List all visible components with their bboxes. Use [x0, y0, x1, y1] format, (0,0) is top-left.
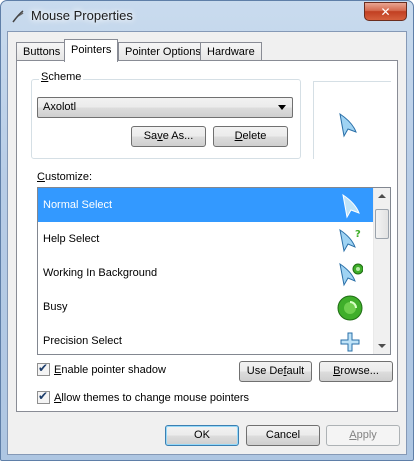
delete-button[interactable]: Delete	[213, 126, 288, 147]
cursor-list[interactable]: Normal Select Help Select ? Working In B…	[37, 187, 391, 355]
help-cursor-icon: ?	[339, 228, 361, 253]
enable-shadow-label: Enable pointer shadow	[54, 363, 166, 376]
list-item[interactable]: Precision Select	[38, 324, 373, 354]
browse-button[interactable]: Browse...	[319, 361, 393, 382]
arrow-cursor-icon	[339, 112, 357, 138]
crosshair-cursor-icon	[340, 332, 360, 352]
mouse-properties-window: Mouse Properties ✕ Buttons Pointers Poin…	[0, 0, 414, 461]
save-as-button[interactable]: Save As...	[131, 126, 206, 147]
tab-label: Hardware	[207, 46, 255, 58]
dialog-client: Buttons Pointers Pointer Options Hardwar…	[7, 31, 407, 455]
tab-pointers[interactable]: Pointers	[64, 39, 119, 62]
window-title: Mouse Properties	[31, 8, 133, 23]
list-item[interactable]: Help Select ?	[38, 222, 373, 256]
tab-pointer-options[interactable]: Pointer Options	[118, 42, 208, 61]
scroll-thumb[interactable]	[375, 209, 389, 239]
allow-themes-checkbox-row[interactable]: ✔ Allow themes to change mouse pointers	[37, 389, 250, 404]
arrow-cursor-icon	[342, 193, 360, 219]
use-default-button[interactable]: Use Default	[239, 361, 312, 382]
close-icon: ✕	[380, 4, 391, 19]
apply-button[interactable]: Apply	[326, 425, 400, 446]
list-item[interactable]: Busy	[38, 290, 373, 324]
customize-label: Customize:	[37, 171, 93, 183]
list-item[interactable]: Working In Background	[38, 256, 373, 290]
tab-label: Pointer Options	[125, 46, 201, 58]
scheme-group	[31, 79, 301, 159]
title-bar[interactable]: Mouse Properties ✕	[1, 1, 413, 31]
scroll-down-icon[interactable]	[378, 344, 386, 348]
allow-themes-label: Allow themes to change mouse pointers	[54, 391, 250, 404]
enable-shadow-checkbox[interactable]: ✔	[37, 361, 50, 376]
tab-label: Pointers	[71, 44, 112, 56]
close-button[interactable]: ✕	[364, 2, 407, 21]
svg-text:?: ?	[355, 229, 361, 240]
list-scrollbar[interactable]	[373, 188, 390, 354]
allow-themes-checkbox[interactable]: ✔	[37, 389, 50, 404]
enable-shadow-checkbox-row[interactable]: ✔ Enable pointer shadow	[37, 361, 166, 376]
tab-label: Buttons	[23, 46, 61, 58]
tab-buttons[interactable]: Buttons	[16, 42, 68, 61]
scheme-label: Scheme	[39, 71, 84, 83]
check-icon: ✔	[38, 361, 49, 375]
cancel-button[interactable]: Cancel	[246, 425, 320, 446]
pointers-tab-page: Scheme Axolotl Save As... Delete Customi…	[16, 60, 398, 412]
chevron-down-icon	[278, 105, 286, 110]
mouse-app-icon	[12, 10, 24, 23]
check-icon: ✔	[38, 389, 49, 403]
working-cursor-icon	[339, 262, 363, 287]
scheme-value: Axolotl	[43, 101, 77, 113]
cursor-preview	[313, 81, 391, 159]
tab-hardware[interactable]: Hardware	[200, 42, 262, 61]
ok-button[interactable]: OK	[165, 425, 239, 446]
scheme-dropdown[interactable]: Axolotl	[37, 97, 293, 118]
busy-cursor-icon	[337, 295, 363, 321]
scroll-up-icon[interactable]	[378, 194, 386, 198]
list-item[interactable]: Normal Select	[38, 188, 373, 222]
